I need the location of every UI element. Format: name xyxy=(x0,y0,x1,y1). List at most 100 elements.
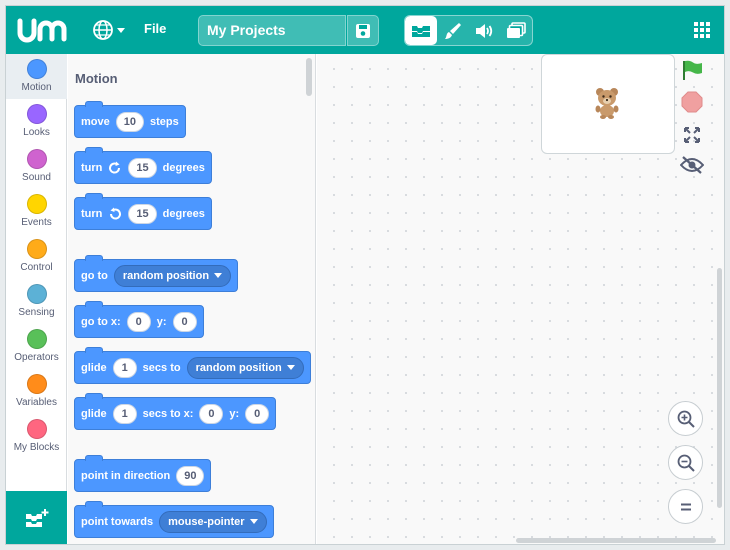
file-menu[interactable]: File xyxy=(144,21,166,36)
rotate-left-icon xyxy=(110,207,122,220)
target-dropdown[interactable]: mouse-pointer xyxy=(159,510,267,533)
block-go-to-xy[interactable]: go to x: 0 y: 0 xyxy=(74,301,204,338)
sprite-bear-icon[interactable] xyxy=(592,85,622,119)
y-input[interactable]: 0 xyxy=(172,311,197,332)
add-extension-button[interactable] xyxy=(6,491,67,544)
block-glide-xy[interactable]: glide 1 secs to x: 0 y: 0 xyxy=(74,393,277,430)
block-text: y: xyxy=(229,407,240,420)
block-text: steps xyxy=(150,115,179,128)
hide-stage-button[interactable] xyxy=(680,153,704,177)
category-motion[interactable]: Motion xyxy=(6,54,67,99)
category-control[interactable]: Control xyxy=(6,234,67,279)
category-sensing[interactable]: Sensing xyxy=(6,279,67,324)
workspace-vertical-scrollbar[interactable] xyxy=(717,268,722,508)
block-go-to[interactable]: go to random position xyxy=(74,255,239,292)
category-my-blocks[interactable]: My Blocks xyxy=(6,414,67,459)
category-looks[interactable]: Looks xyxy=(6,99,67,144)
palette-scrollbar[interactable] xyxy=(306,58,312,96)
target-dropdown[interactable]: random position xyxy=(186,356,304,379)
category-dot-sound xyxy=(26,149,47,169)
degrees-input[interactable]: 15 xyxy=(128,157,157,178)
palette-section-title: Motion xyxy=(75,71,118,86)
grid-menu-icon[interactable] xyxy=(692,20,712,40)
block-text: turn xyxy=(81,207,103,220)
block-glide-to[interactable]: glide 1 secs to random position xyxy=(74,347,311,384)
category-label: Events xyxy=(21,217,52,228)
dropdown-value: mouse-pointer xyxy=(168,515,245,528)
tab-code[interactable] xyxy=(405,16,437,45)
save-icon xyxy=(356,23,370,38)
block-turn-right[interactable]: turn 15 degrees xyxy=(74,147,212,184)
x-input[interactable]: 0 xyxy=(199,403,224,424)
category-variables[interactable]: Variables xyxy=(6,369,67,414)
app-window: File My Projects Motion Looks Sound Even… xyxy=(5,5,725,545)
category-sound[interactable]: Sound xyxy=(6,144,67,189)
category-label: My Blocks xyxy=(13,442,60,453)
logo[interactable] xyxy=(16,15,72,45)
block-point-direction[interactable]: point in direction 90 xyxy=(74,455,212,492)
language-menu[interactable] xyxy=(92,17,132,43)
zoom-reset-button[interactable] xyxy=(668,489,703,524)
degrees-input[interactable]: 15 xyxy=(128,203,157,224)
stop-icon xyxy=(681,91,703,113)
dropdown-value: random position xyxy=(122,269,210,282)
green-flag-button[interactable] xyxy=(680,58,704,82)
tab-stage[interactable] xyxy=(500,16,532,45)
editor-tabs xyxy=(404,15,533,46)
category-label: Motion xyxy=(21,82,52,93)
category-events[interactable]: Events xyxy=(6,189,67,234)
block-text: degrees xyxy=(162,161,205,174)
block-point-towards[interactable]: point towards mouse-pointer xyxy=(74,501,274,538)
block-text: glide xyxy=(81,361,107,374)
project-title-field[interactable]: My Projects xyxy=(198,15,346,46)
zoom-in-button[interactable] xyxy=(668,401,703,436)
save-button[interactable] xyxy=(347,15,379,46)
menu-bar: File My Projects xyxy=(6,6,724,54)
category-label: Looks xyxy=(23,127,50,138)
add-extension-icon xyxy=(25,508,48,527)
secs-input[interactable]: 1 xyxy=(112,357,137,378)
block-text: go to x: xyxy=(81,315,121,328)
block-palette: Motion move 10 steps turn 15 degrees tur… xyxy=(68,54,316,544)
workspace-horizontal-scrollbar[interactable] xyxy=(516,538,716,543)
block-text: secs to xyxy=(142,361,181,374)
zoom-out-icon xyxy=(677,454,695,472)
zoom-out-button[interactable] xyxy=(668,445,703,480)
costumes-tab-icon xyxy=(444,22,461,39)
direction-input[interactable]: 90 xyxy=(176,465,205,486)
block-text: glide xyxy=(81,407,107,420)
stage-tab-icon xyxy=(507,21,526,38)
block-text: move xyxy=(81,115,110,128)
secs-input[interactable]: 1 xyxy=(112,403,137,424)
stop-button[interactable] xyxy=(680,90,704,114)
stage-preview[interactable] xyxy=(541,54,675,154)
y-input[interactable]: 0 xyxy=(245,403,270,424)
block-text: degrees xyxy=(162,207,205,220)
hide-stage-icon xyxy=(680,156,704,174)
green-flag-icon xyxy=(683,60,702,80)
tab-sounds[interactable] xyxy=(469,16,501,45)
block-text: y: xyxy=(156,315,167,328)
block-text: point towards xyxy=(81,515,154,528)
block-text: go to xyxy=(81,269,108,282)
category-dot-control xyxy=(26,239,47,259)
category-dot-sensing xyxy=(26,284,47,304)
target-dropdown[interactable]: random position xyxy=(113,264,232,287)
category-label: Variables xyxy=(16,397,57,408)
sounds-tab-icon xyxy=(476,23,493,38)
block-turn-left[interactable]: turn 15 degrees xyxy=(74,193,212,230)
x-input[interactable]: 0 xyxy=(126,311,151,332)
category-label: Operators xyxy=(14,352,59,363)
category-label: Sound xyxy=(22,172,51,183)
category-operators[interactable]: Operators xyxy=(6,324,67,369)
fullscreen-icon xyxy=(684,127,700,143)
category-dot-operators xyxy=(26,329,47,349)
globe-icon xyxy=(93,20,113,40)
tab-costumes[interactable] xyxy=(437,16,469,45)
steps-input[interactable]: 10 xyxy=(115,111,144,132)
fullscreen-button[interactable] xyxy=(680,123,704,147)
block-move-steps[interactable]: move 10 steps xyxy=(74,101,186,138)
chevron-down-icon xyxy=(249,519,258,524)
category-menu: Motion Looks Sound Events Control Sensin… xyxy=(6,54,67,491)
block-text: secs to x: xyxy=(142,407,194,420)
